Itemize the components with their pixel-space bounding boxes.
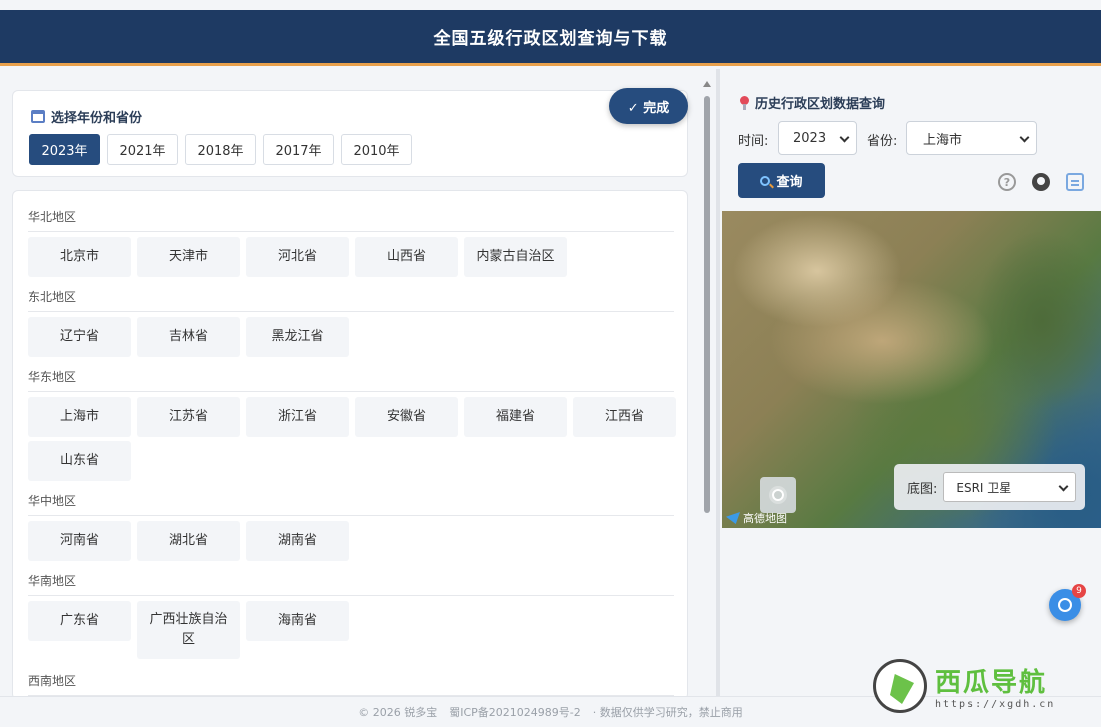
- year-button-2018[interactable]: 2018年: [185, 134, 256, 165]
- watermelon-logo-icon: [873, 659, 927, 713]
- province-button[interactable]: 安徽省: [355, 397, 458, 437]
- region-heading-east: 华东地区: [28, 368, 674, 392]
- province-button[interactable]: 山东省: [28, 441, 131, 481]
- basemap-label: 底图:: [907, 481, 938, 497]
- chevron-down-icon: [1058, 481, 1069, 492]
- time-select[interactable]: 2023: [778, 121, 857, 155]
- basemap-select[interactable]: ESRI 卫星: [943, 472, 1077, 502]
- query-panel-title: 历史行政区划数据查询: [740, 93, 885, 112]
- chevron-down-icon: [839, 132, 850, 143]
- amap-logo-icon: [726, 512, 740, 524]
- time-select-value: 2023: [793, 130, 827, 146]
- province-button[interactable]: 浙江省: [246, 397, 349, 437]
- time-label: 时间:: [738, 134, 769, 149]
- github-icon[interactable]: [1032, 173, 1050, 191]
- map-pin-icon: [740, 96, 749, 110]
- province-button[interactable]: 湖北省: [137, 521, 240, 561]
- province-button[interactable]: 河南省: [28, 521, 131, 561]
- app-header: 全国五级行政区划查询与下载: [0, 10, 1101, 66]
- right-panel: 历史行政区划数据查询 时间: 2023 省份: 上海市 查询 ? 底图: ESR…: [722, 69, 1101, 695]
- province-button[interactable]: 辽宁省: [28, 317, 131, 357]
- region-heading-southwest: 西南地区: [28, 672, 674, 696]
- province-button[interactable]: 天津市: [137, 237, 240, 277]
- download-icon: [1058, 598, 1072, 612]
- footer-icp-link[interactable]: 蜀ICP备2021024989号-2: [449, 704, 581, 720]
- region-heading-south: 华南地区: [28, 572, 674, 596]
- region-heading-central: 华中地区: [28, 492, 674, 516]
- province-select[interactable]: 上海市: [906, 121, 1037, 155]
- province-button[interactable]: 广东省: [28, 601, 131, 641]
- feedback-icon[interactable]: [1066, 173, 1084, 191]
- watermark-url: https://xgdh.cn: [935, 699, 1056, 710]
- province-button[interactable]: 江苏省: [137, 397, 240, 437]
- province-button[interactable]: 吉林省: [137, 317, 240, 357]
- year-button-2010[interactable]: 2010年: [341, 134, 412, 165]
- query-button[interactable]: 查询: [738, 163, 825, 198]
- sun-icon: [772, 489, 784, 501]
- province-button[interactable]: 广西壮族自治区: [137, 601, 240, 659]
- notification-badge: 9: [1072, 584, 1086, 598]
- footer-copyright: © 2026 锐多宝: [358, 706, 438, 719]
- province-label: 省份:: [867, 134, 898, 149]
- chevron-down-icon: [1019, 132, 1030, 143]
- query-button-label: 查询: [776, 175, 803, 190]
- calendar-icon: [31, 110, 45, 123]
- footer-note: · 数据仅供学习研究，禁止商用: [592, 706, 743, 719]
- region-heading-northeast: 东北地区: [28, 288, 674, 312]
- basemap-select-value: ESRI 卫星: [956, 480, 1012, 495]
- province-button[interactable]: 河北省: [246, 237, 349, 277]
- watermark: 西瓜导航 https://xgdh.cn: [873, 655, 1093, 717]
- done-button[interactable]: ✓ 完成: [609, 88, 688, 124]
- year-button-2021[interactable]: 2021年: [107, 134, 178, 165]
- page-title: 全国五级行政区划查询与下载: [433, 29, 668, 49]
- left-panel: 选择年份和省份 2023年 2021年 2018年 2017年 2010年 ✓ …: [0, 69, 700, 700]
- year-card-title-text: 选择年份和省份: [51, 111, 143, 126]
- region-heading-north: 华北地区: [28, 208, 674, 232]
- province-button[interactable]: 上海市: [28, 397, 131, 437]
- year-card-title: 选择年份和省份: [31, 107, 142, 126]
- province-button[interactable]: 福建省: [464, 397, 567, 437]
- brightness-toggle[interactable]: [760, 477, 796, 513]
- search-icon: [760, 175, 771, 186]
- province-button[interactable]: 山西省: [355, 237, 458, 277]
- satellite-map[interactable]: 底图: ESRI 卫星 高德地图: [722, 211, 1101, 528]
- year-selection-card: 选择年份和省份 2023年 2021年 2018年 2017年 2010年: [12, 90, 688, 177]
- province-button[interactable]: 内蒙古自治区: [464, 237, 567, 277]
- help-icon[interactable]: ?: [998, 173, 1016, 191]
- map-attribution-text: 高德地图: [743, 512, 787, 525]
- year-button-group: 2023年 2021年 2018年 2017年 2010年: [29, 134, 412, 165]
- map-attribution: 高德地图: [726, 510, 787, 526]
- province-button[interactable]: 北京市: [28, 237, 131, 277]
- watermark-title: 西瓜导航: [935, 668, 1048, 698]
- province-button[interactable]: 江西省: [573, 397, 676, 437]
- query-panel-title-text: 历史行政区划数据查询: [755, 97, 886, 112]
- province-list-card: 华北地区 北京市 天津市 河北省 山西省 内蒙古自治区 东北地区 辽宁省 吉林省…: [12, 190, 688, 700]
- scrollbar-thumb[interactable]: [704, 96, 710, 513]
- province-button[interactable]: 海南省: [246, 601, 349, 641]
- basemap-control: 底图: ESRI 卫星: [894, 464, 1085, 510]
- province-button[interactable]: 黑龙江省: [246, 317, 349, 357]
- year-button-2023[interactable]: 2023年: [29, 134, 100, 165]
- year-button-2017[interactable]: 2017年: [263, 134, 334, 165]
- province-button[interactable]: 湖南省: [246, 521, 349, 561]
- panel-divider[interactable]: [716, 69, 720, 696]
- scroll-up-arrow[interactable]: [703, 81, 711, 87]
- province-select-value: 上海市: [923, 132, 963, 148]
